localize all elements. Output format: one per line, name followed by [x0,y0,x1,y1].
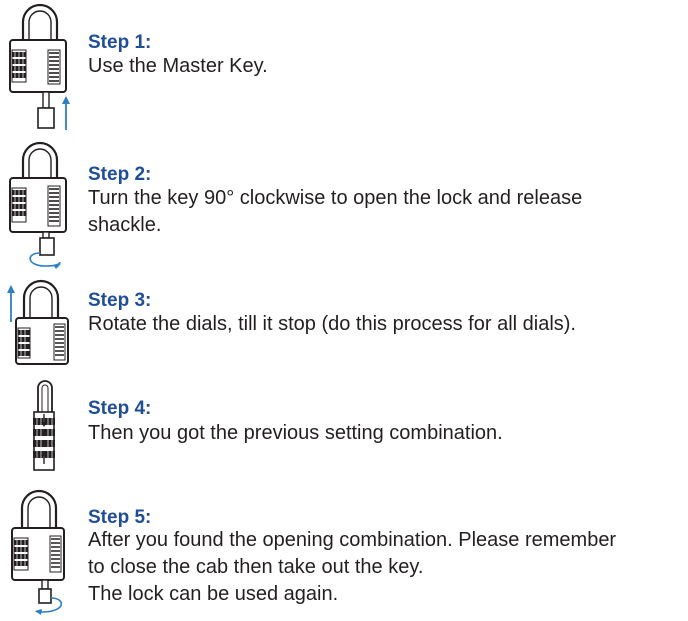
step-3-body: Rotate the dials, till it stop (do this … [88,311,678,338]
padlock-master-key-insert-icon [9,3,70,130]
padlock-turn-key-icon [9,141,67,269]
step-5-line-3: The lock can be used again. [88,583,339,605]
step-3-title: Step 3: [88,290,152,311]
step-2-title: Step 2: [88,164,152,185]
step-1-illustration [0,0,80,140]
step-3-line-1: Rotate the dials, till it stop (do this … [88,313,576,335]
step-3-illustration [0,278,80,373]
step-4-illustration [0,376,80,481]
step-1-title: Step 1: [88,32,152,53]
step-2-body: Turn the key 90° clockwise to open the l… [88,185,678,239]
padlock-closed-turn-key-icon [11,489,65,615]
step-5-illustration [0,486,80,621]
step-2-line-1: Turn the key 90° clockwise to open the l… [88,187,583,209]
step-5-line-2: to close the cab then take out the key. [88,556,424,578]
step-5-title: Step 5: [88,507,152,528]
step-5-body: After you found the opening combination.… [88,527,678,608]
step-4-title: Step 4: [88,398,152,419]
instructions-page: { "colors": { "title": "#1f4e96", "text"… [0,0,688,619]
step-1-body: Use the Master Key. [88,53,678,80]
step-5-line-1: After you found the opening combination.… [88,529,617,551]
step-2-illustration [0,140,80,280]
step-4-body: Then you got the previous setting combin… [88,420,678,447]
padlock-open-shackle-icon [7,279,69,365]
combination-dials-icon [33,380,55,471]
step-1-line-1: Use the Master Key. [88,55,268,77]
step-4-line-1: Then you got the previous setting combin… [88,422,503,444]
step-2-line-2: shackle. [88,214,162,236]
